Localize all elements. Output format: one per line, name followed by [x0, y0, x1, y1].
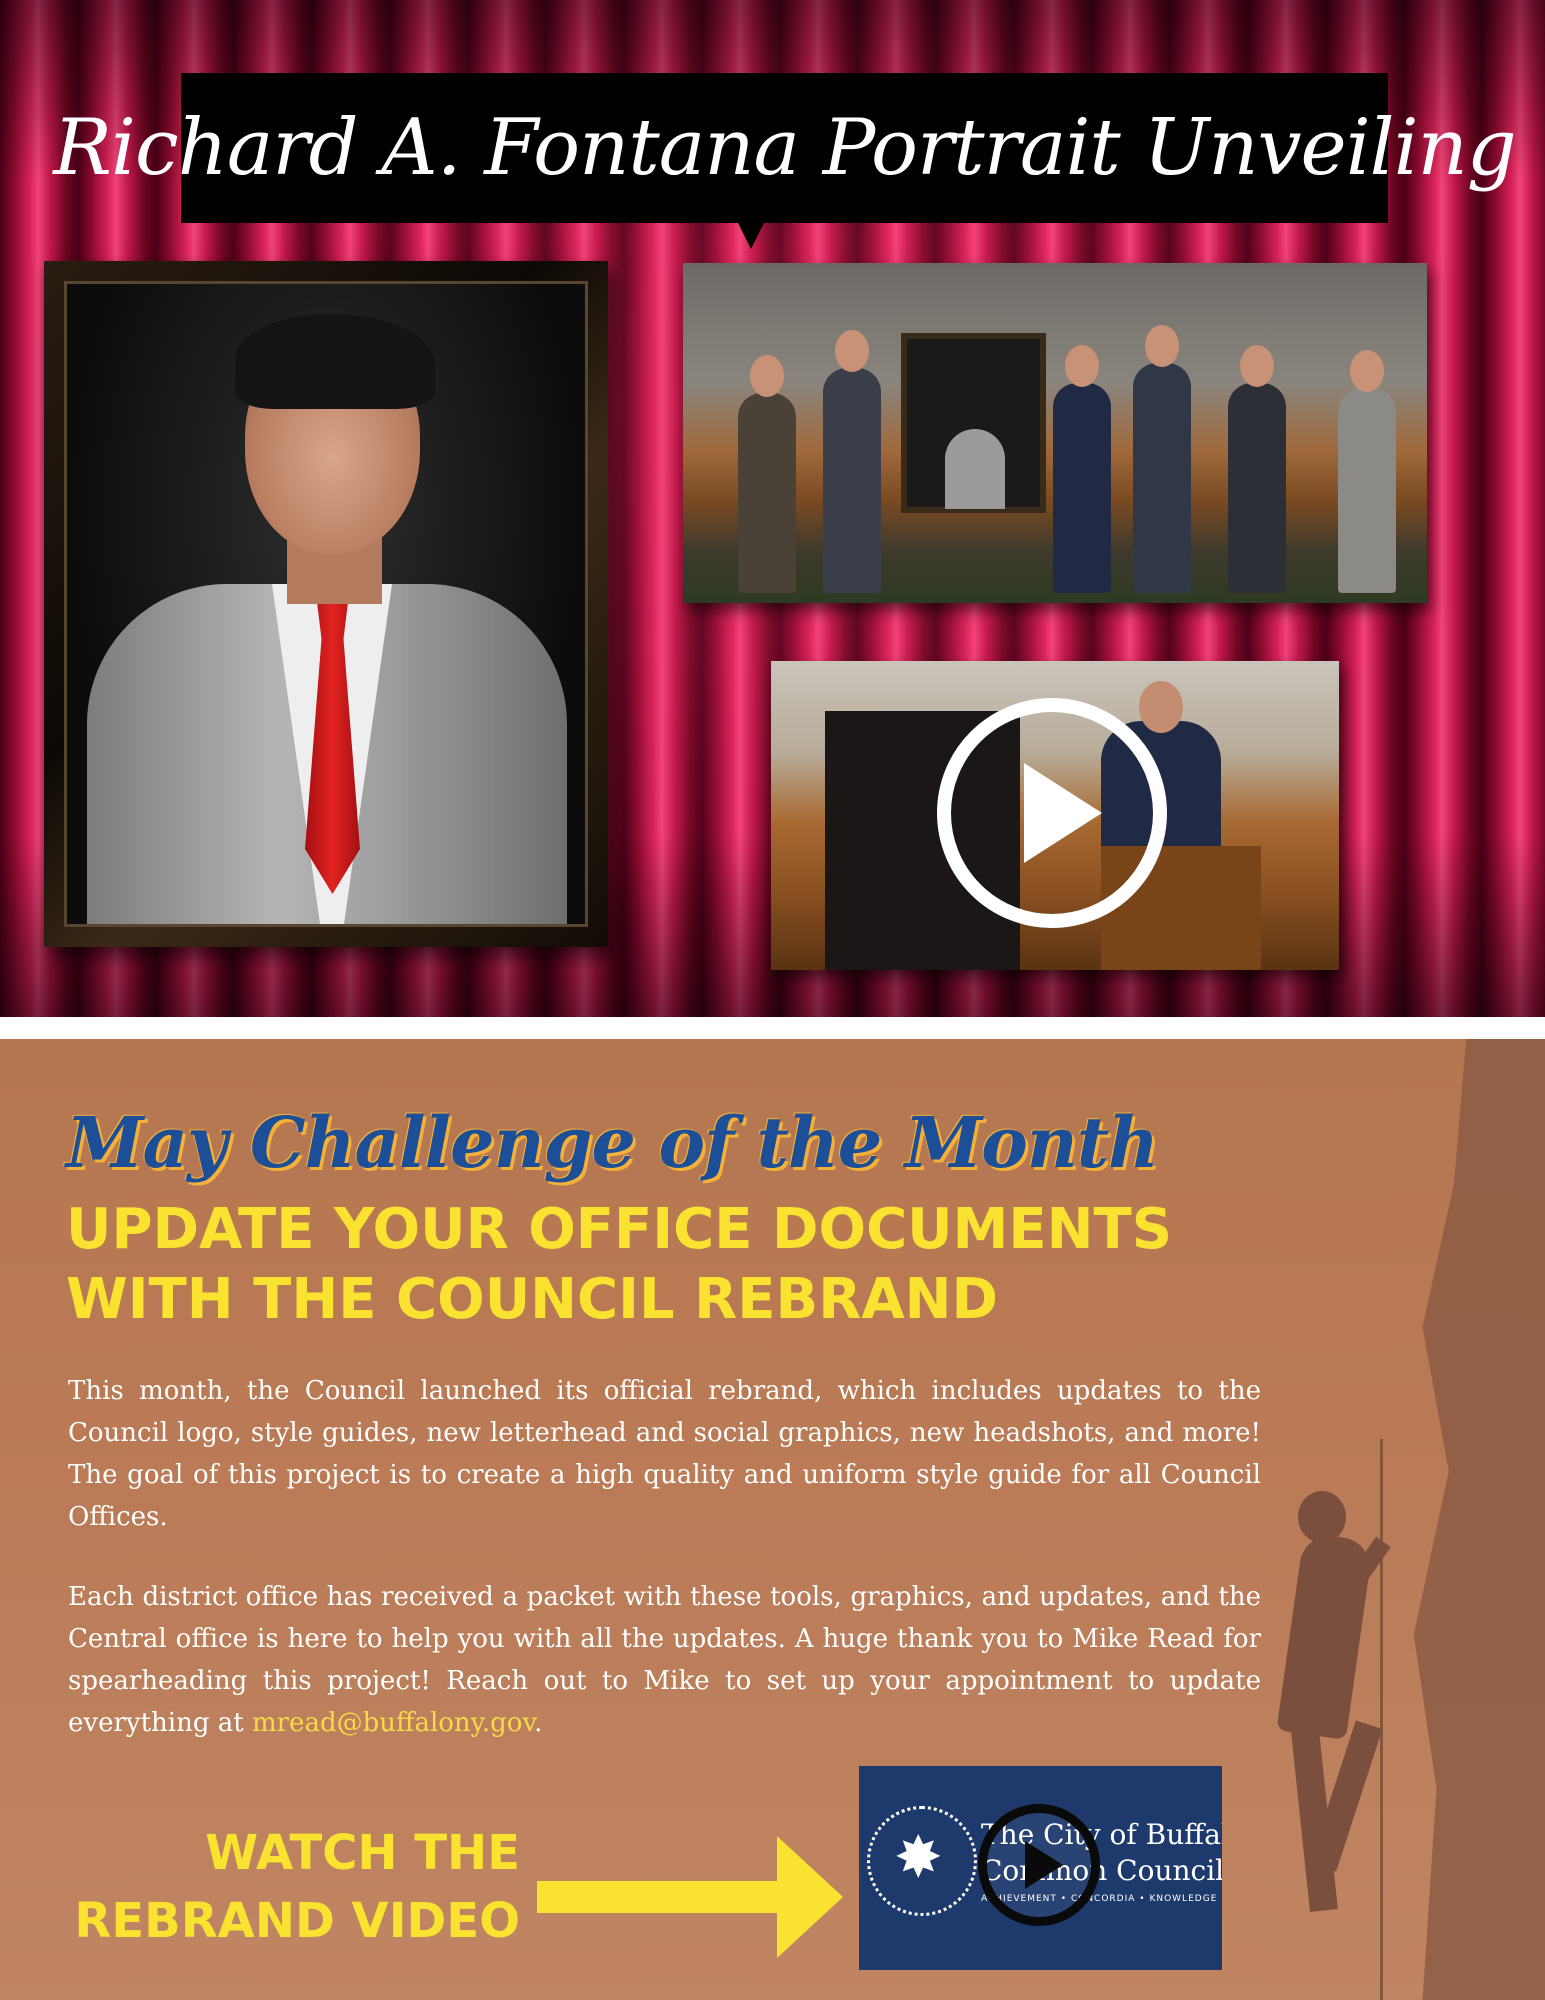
watch-line1: WATCH THE	[205, 1825, 520, 1881]
watch-video-callout: WATCH THE REBRAND VIDEO	[70, 1819, 520, 1955]
section-divider	[0, 1017, 1545, 1039]
paragraph-2-text: Each district office has received a pack…	[68, 1582, 1261, 1738]
climbing-rope	[1380, 1439, 1383, 2000]
challenge-section: May Challenge of the Month UPDATE YOUR O…	[0, 1039, 1545, 2000]
person-figure	[738, 355, 796, 593]
group-photo	[683, 263, 1427, 603]
watch-line2: REBRAND VIDEO	[74, 1893, 520, 1949]
update-heading-line1: UPDATE YOUR OFFICE DOCUMENTS	[66, 1197, 1173, 1262]
person-figure	[823, 330, 881, 593]
title-banner: Richard A. Fontana Portrait Unveiling	[53, 73, 1517, 249]
person-figure	[1133, 325, 1191, 593]
play-triangle	[1025, 1841, 1063, 1889]
update-heading: UPDATE YOUR OFFICE DOCUMENTS WITH THE CO…	[66, 1195, 1266, 1335]
person-figure	[1053, 345, 1111, 593]
email-link[interactable]: mread@buffalony.gov	[252, 1708, 534, 1738]
arrow-right-icon	[537, 1881, 787, 1913]
body-paragraph-1: This month, the Council launched its off…	[68, 1376, 1261, 1532]
page-title: Richard A. Fontana Portrait Unveiling	[53, 103, 1516, 193]
update-heading-line2: WITH THE COUNCIL REBRAND	[66, 1267, 999, 1332]
portrait-hair	[235, 314, 435, 409]
speech-video-thumbnail[interactable]	[771, 661, 1339, 970]
portrait-canvas	[64, 281, 588, 927]
rock-wall-silhouette	[1413, 1039, 1545, 2000]
portrait-painting	[44, 261, 608, 947]
person-figure	[1338, 350, 1396, 593]
climber-silhouette	[1276, 1491, 1391, 1912]
person-figure	[1228, 345, 1286, 593]
play-icon[interactable]	[978, 1804, 1100, 1926]
arrow-head	[777, 1836, 843, 1958]
body-paragraph-2: Each district office has received a pack…	[68, 1576, 1261, 1744]
play-triangle	[1024, 763, 1102, 863]
play-icon[interactable]	[937, 698, 1167, 928]
rebrand-video-thumbnail[interactable]: The City of Buffalo Common Council ACHIE…	[859, 1766, 1222, 1970]
challenge-heading: May Challenge of the Month	[66, 1101, 1159, 1184]
city-seal-icon	[867, 1806, 977, 1916]
paragraph-2-end: .	[534, 1708, 543, 1738]
easel-portrait	[901, 333, 1046, 513]
